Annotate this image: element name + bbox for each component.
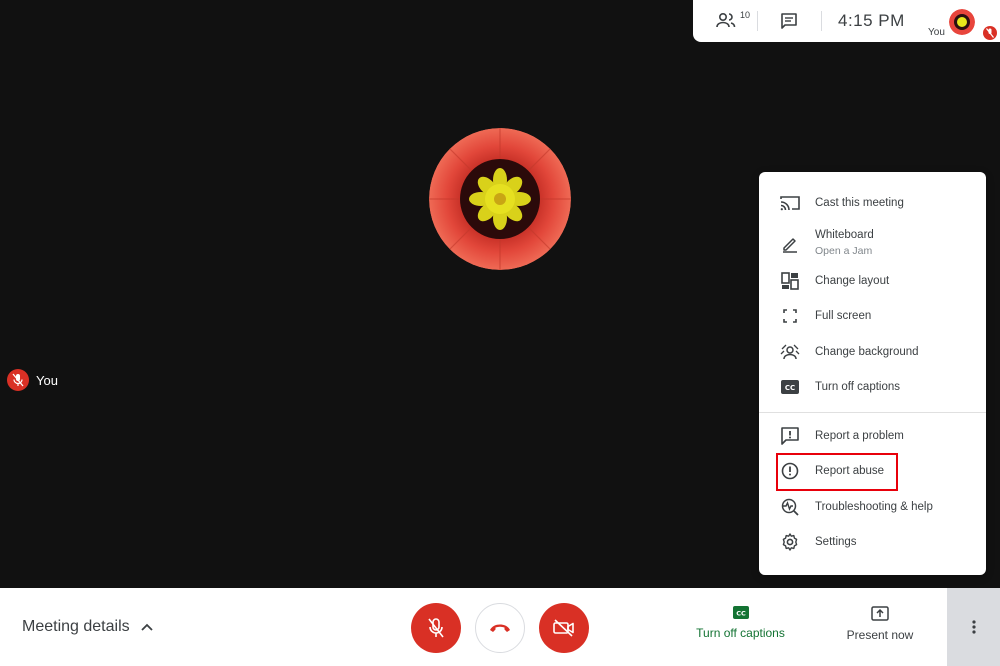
self-label: You [928,27,945,38]
menu-item-label: Report a problem [815,430,904,442]
chevron-up-icon [140,623,153,631]
menu-item-whiteboard[interactable]: Whiteboard Open a Jam [759,225,986,263]
menu-item-label: Turn off captions [815,381,901,393]
menu-item-report-problem[interactable]: Report a problem [759,419,986,453]
present-now-button[interactable]: Present now [844,606,916,642]
fullscreen-icon [779,305,801,327]
captions-icon: CC [779,376,801,398]
cast-icon [779,192,801,214]
background-icon [779,341,801,363]
chat-icon [781,13,797,29]
feedback-icon [779,425,801,447]
menu-item-label: Settings [815,536,857,548]
menu-item-full-screen[interactable]: Full screen [759,299,986,333]
people-button[interactable]: 10 [703,0,751,42]
present-button-label: Present now [846,628,914,642]
menu-item-sublabel: Open a Jam [815,245,873,257]
menu-item-turn-off-captions[interactable]: CC Turn off captions [759,370,986,404]
menu-item-label: Change layout [815,275,890,287]
participant-name: You [36,372,58,388]
clock: 4:15 PM [838,11,905,30]
menu-item-settings[interactable]: Settings [759,525,986,559]
divider [757,11,758,31]
svg-text:CC: CC [785,384,795,392]
gear-icon [779,531,801,553]
menu-item-change-background[interactable]: Change background [759,335,986,369]
troubleshoot-icon [779,496,801,518]
menu-item-label: Full screen [815,310,872,322]
divider [821,11,822,31]
menu-item-label: Cast this meeting [815,197,904,209]
highlight-box [776,453,898,491]
menu-item-label: Whiteboard [815,229,874,241]
menu-item-label: Troubleshooting & help [815,501,933,513]
menu-item-troubleshooting[interactable]: Troubleshooting & help [759,490,986,524]
participant-name-tag: You [7,369,58,391]
meeting-details-label: Meeting details [22,618,130,635]
captions-icon: CC [732,606,749,619]
chat-button[interactable] [769,0,809,42]
turn-off-captions-button[interactable]: CC Turn off captions [693,606,788,640]
menu-item-cast[interactable]: Cast this meeting [759,186,986,220]
mic-off-icon [12,373,24,387]
avatar[interactable] [949,9,975,35]
more-options-button[interactable] [947,588,1000,666]
video-off-icon [553,619,574,637]
hang-up-icon [490,624,510,632]
bottom-toolbar: Meeting details CC Turn off captions Pre… [0,588,1000,666]
meeting-details-button[interactable]: Meeting details [22,618,154,636]
menu-item-change-layout[interactable]: Change layout [759,264,986,298]
leave-call-button[interactable] [475,603,525,653]
top-bar: 10 4:15 PM You [693,0,1000,42]
participant-count: 10 [740,10,751,20]
svg-text:CC: CC [736,610,746,618]
present-icon [871,606,889,621]
menu-divider [759,412,986,413]
muted-indicator [983,26,997,40]
more-options-menu: Cast this meeting Whiteboard Open a Jam … [759,172,986,575]
captions-button-label: Turn off captions [696,626,785,640]
mic-off-icon [986,28,994,38]
muted-indicator [7,369,29,391]
more-vert-icon [971,620,976,634]
layout-icon [779,270,801,292]
camera-toggle-button[interactable] [539,603,589,653]
menu-item-label: Change background [815,346,919,358]
pen-icon [779,233,801,255]
people-icon [716,12,736,28]
microphone-toggle-button[interactable] [411,603,461,653]
mic-off-icon [428,618,444,638]
participant-avatar [429,128,571,270]
